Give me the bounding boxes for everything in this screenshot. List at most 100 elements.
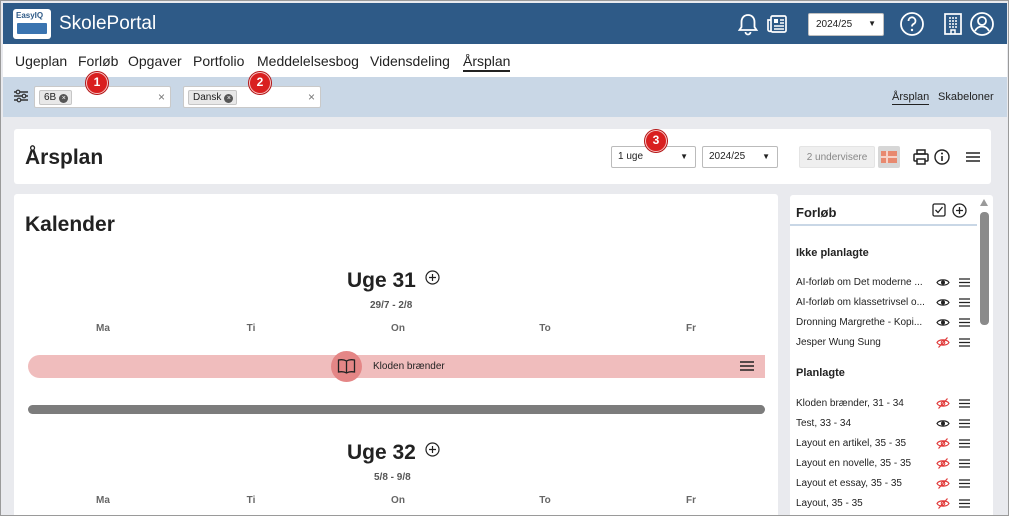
filter-bar: 6B × × Dansk × × Årsplan Skabeloner — [3, 77, 1007, 117]
scroll-up-icon[interactable] — [980, 199, 988, 206]
nav-ugeplan[interactable]: Ugeplan — [15, 53, 67, 69]
add-plus-icon[interactable] — [425, 270, 440, 285]
day-label: On — [391, 495, 405, 506]
planned-heading: Planlagte — [796, 367, 845, 379]
book-icon[interactable] — [331, 351, 362, 382]
building-icon[interactable] — [940, 11, 966, 37]
logo-text: EasyIQ — [16, 11, 44, 20]
list-item[interactable]: Test, 33 - 34 — [796, 417, 976, 431]
help-icon[interactable] — [899, 11, 925, 37]
top-year-value: 2024/25 — [816, 19, 853, 30]
list-item[interactable]: AI-forløb om klassetrivsel o... — [796, 296, 976, 310]
language-button[interactable] — [878, 146, 900, 168]
menu-icon[interactable] — [959, 458, 970, 469]
list-item[interactable]: Layout en novelle, 35 - 35 — [796, 457, 976, 471]
list-item[interactable]: AI-forløb om Det moderne ... — [796, 276, 976, 290]
top-year-select[interactable]: 2024/25 ▼ — [808, 13, 884, 36]
day-label: Ti — [246, 495, 256, 506]
eye-icon[interactable] — [936, 277, 950, 288]
eye-slash-icon[interactable] — [936, 498, 950, 509]
class-chip[interactable]: 6B × — [39, 90, 73, 105]
menu-icon[interactable] — [959, 277, 970, 288]
select-checkbox-icon[interactable] — [932, 203, 946, 217]
week-title: Uge 31 — [347, 269, 416, 292]
class-chip-label: 6B — [44, 92, 57, 103]
easyiq-logo[interactable]: EasyIQ — [13, 9, 51, 39]
app-title: SkolePortal — [59, 13, 157, 34]
year-select[interactable]: 2024/25 ▼ — [702, 146, 778, 168]
list-item-label: AI-forløb om Det moderne ... — [796, 277, 923, 288]
day-label: On — [391, 323, 405, 334]
eye-slash-icon[interactable] — [936, 337, 950, 348]
day-label: Ma — [96, 323, 110, 334]
unplanned-heading: Ikke planlagte — [796, 247, 869, 259]
add-plus-icon[interactable] — [425, 442, 440, 457]
nav-meddelelsesbog[interactable]: Meddelelsesbog — [257, 53, 359, 69]
clear-icon[interactable]: × — [308, 90, 315, 104]
event-label: Kloden brænder — [373, 361, 445, 372]
period-value: 1 uge — [618, 151, 644, 162]
app-window: EasyIQ SkolePortal 2024/25 ▼ Ugeplan For… — [0, 0, 1009, 516]
menu-icon[interactable] — [959, 498, 970, 509]
teachers-button[interactable]: 2 undervisere — [799, 146, 875, 168]
list-item[interactable]: Layout en artikel, 35 - 35 — [796, 437, 976, 451]
remove-chip-icon[interactable]: × — [59, 94, 69, 103]
subject-chip[interactable]: Dansk × — [188, 90, 238, 105]
add-plus-icon[interactable] — [952, 203, 967, 218]
nav-arsplan[interactable]: Årsplan — [463, 53, 511, 72]
forlob-sidebar: Forløb Ikke planlagte AI-forløb om Det m… — [790, 195, 993, 515]
nav-portfolio[interactable]: Portfolio — [193, 53, 244, 69]
eye-slash-icon[interactable] — [936, 438, 950, 449]
news-icon[interactable] — [765, 11, 791, 37]
vertical-scrollbar[interactable] — [979, 197, 990, 515]
remove-chip-icon[interactable]: × — [224, 94, 234, 103]
menu-icon[interactable] — [964, 148, 982, 166]
subject-chip-label: Dansk — [193, 92, 222, 103]
list-item[interactable]: Jesper Wung Sung — [796, 336, 976, 350]
menu-icon[interactable] — [959, 478, 970, 489]
user-icon[interactable] — [969, 11, 995, 37]
menu-icon[interactable] — [959, 297, 970, 308]
sublink-skabeloner[interactable]: Skabeloner — [938, 91, 994, 103]
step-badge-2: 2 — [249, 72, 271, 94]
sublink-arsplan[interactable]: Årsplan — [892, 91, 930, 105]
print-icon[interactable] — [912, 148, 930, 166]
horizontal-scrollbar[interactable] — [28, 405, 765, 414]
menu-icon[interactable] — [959, 418, 970, 429]
list-item[interactable]: Kloden brænder, 31 - 34 — [796, 397, 976, 411]
menu-icon[interactable] — [959, 398, 970, 409]
nav-forlob[interactable]: Forløb — [78, 53, 118, 69]
list-item-label: Layout et essay, 35 - 35 — [796, 478, 902, 489]
event-bar[interactable]: Kloden brænder — [28, 351, 765, 382]
scroll-thumb[interactable] — [980, 212, 989, 325]
list-item[interactable]: Dronning Margrethe - Kopi... — [796, 316, 976, 330]
week-dates: 5/8 - 9/8 — [374, 472, 411, 483]
menu-icon[interactable] — [959, 317, 970, 328]
event-menu-icon[interactable] — [740, 360, 754, 372]
page-title: Årsplan — [25, 146, 104, 169]
chevron-down-icon: ▼ — [762, 152, 770, 161]
clear-icon[interactable]: × — [158, 90, 165, 104]
chevron-down-icon: ▼ — [868, 19, 876, 28]
list-item[interactable]: Layout et essay, 35 - 35 — [796, 477, 976, 491]
day-label: Fr — [686, 495, 696, 506]
week-dates: 29/7 - 2/8 — [370, 300, 413, 311]
filter-sliders-icon[interactable] — [13, 89, 29, 103]
eye-icon[interactable] — [936, 418, 950, 429]
eye-slash-icon[interactable] — [936, 478, 950, 489]
eye-slash-icon[interactable] — [936, 398, 950, 409]
nav-opgaver[interactable]: Opgaver — [128, 53, 182, 69]
menu-icon[interactable] — [959, 337, 970, 348]
menu-icon[interactable] — [959, 438, 970, 449]
info-icon[interactable] — [933, 148, 951, 166]
eye-icon[interactable] — [936, 317, 950, 328]
list-item-label: Layout, 35 - 35 — [796, 498, 863, 509]
bell-icon[interactable] — [735, 11, 761, 37]
eye-icon[interactable] — [936, 297, 950, 308]
year-value: 2024/25 — [709, 151, 746, 162]
list-item[interactable]: Layout, 35 - 35 — [796, 497, 976, 511]
main-nav: Ugeplan Forløb Opgaver Portfolio Meddele… — [3, 44, 1007, 77]
step-badge-1: 1 — [86, 72, 108, 94]
eye-slash-icon[interactable] — [936, 458, 950, 469]
nav-vidensdeling[interactable]: Vidensdeling — [370, 53, 450, 69]
